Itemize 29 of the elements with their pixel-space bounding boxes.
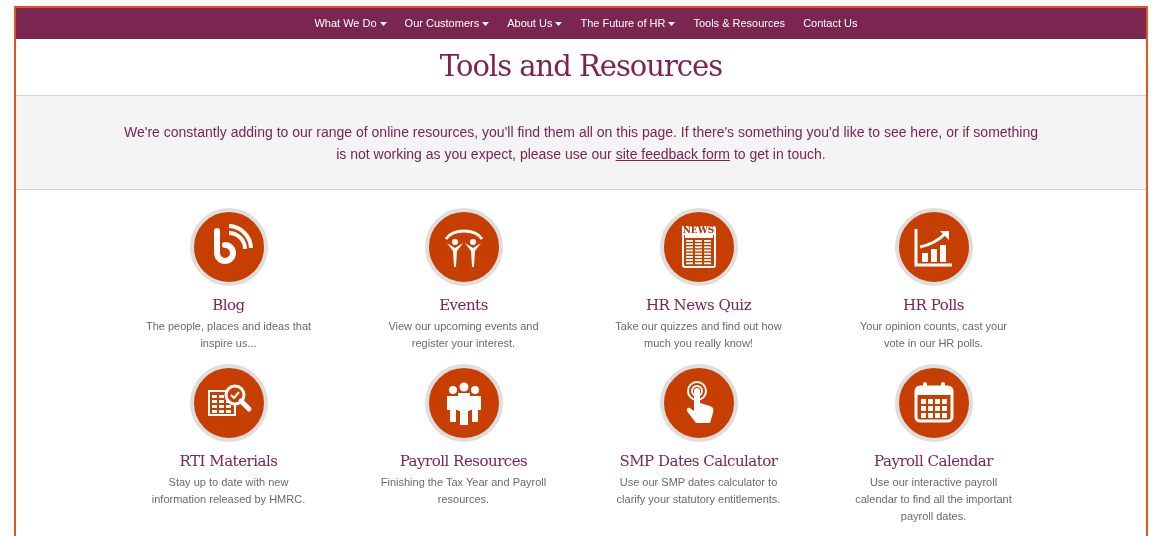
feedback-link[interactable]: site feedback form <box>615 145 730 162</box>
nav-link[interactable]: What We Do <box>314 15 387 32</box>
caret-icon <box>555 21 563 26</box>
tile-description: View our upcoming events and register your interest. <box>387 319 540 351</box>
tile-title[interactable]: Events <box>439 295 488 315</box>
tile-description: Stay up to date with new information released by HMRC. <box>150 475 307 507</box>
caret-icon <box>668 21 676 26</box>
nav-link[interactable]: The Future of HR <box>580 15 676 32</box>
tile-description: Finishing the Tax Year and Payroll resources. <box>379 475 548 507</box>
nav-link[interactable]: About Us <box>507 15 563 32</box>
tile-description: Use our SMP dates calculator to clarify your statutory entitlements. <box>615 475 782 507</box>
tile-description: Take our quizzes and find out how much you really know! <box>614 319 783 351</box>
news-label: NEWS <box>681 226 716 235</box>
nav-link[interactable]: Contact Us <box>803 15 858 32</box>
tile-description: The people, places and ideas that inspire us... <box>144 319 313 351</box>
tile-title[interactable]: HR Polls <box>903 295 964 315</box>
caret-icon <box>379 21 387 26</box>
caret-icon <box>482 21 490 26</box>
nav-link[interactable]: Tools & Resources <box>693 15 786 32</box>
tile-title[interactable]: Payroll Calendar <box>874 451 993 471</box>
tile-title[interactable]: HR News Quiz <box>645 295 752 315</box>
tile-title[interactable]: SMP Dates Calculator <box>619 451 778 471</box>
tile-description: Use our interactive payroll calendar to find all the important payroll dates. <box>854 475 1013 524</box>
tile-title[interactable]: RTI Materials <box>179 451 278 471</box>
tile-title[interactable]: Payroll Resources <box>399 451 528 471</box>
tile-description: Your opinion counts, cast your vote in our HR polls. <box>859 319 1008 351</box>
tile-title[interactable]: Blog <box>212 295 245 315</box>
nav-link[interactable]: Our Customers <box>404 15 490 32</box>
intro-text: We're constantly adding to our range of online resources, you'll find them all on this page. If there's something you'd like to see here, or if something is not working as you expect, please use our site feedback form to get in touch. <box>123 122 1039 164</box>
